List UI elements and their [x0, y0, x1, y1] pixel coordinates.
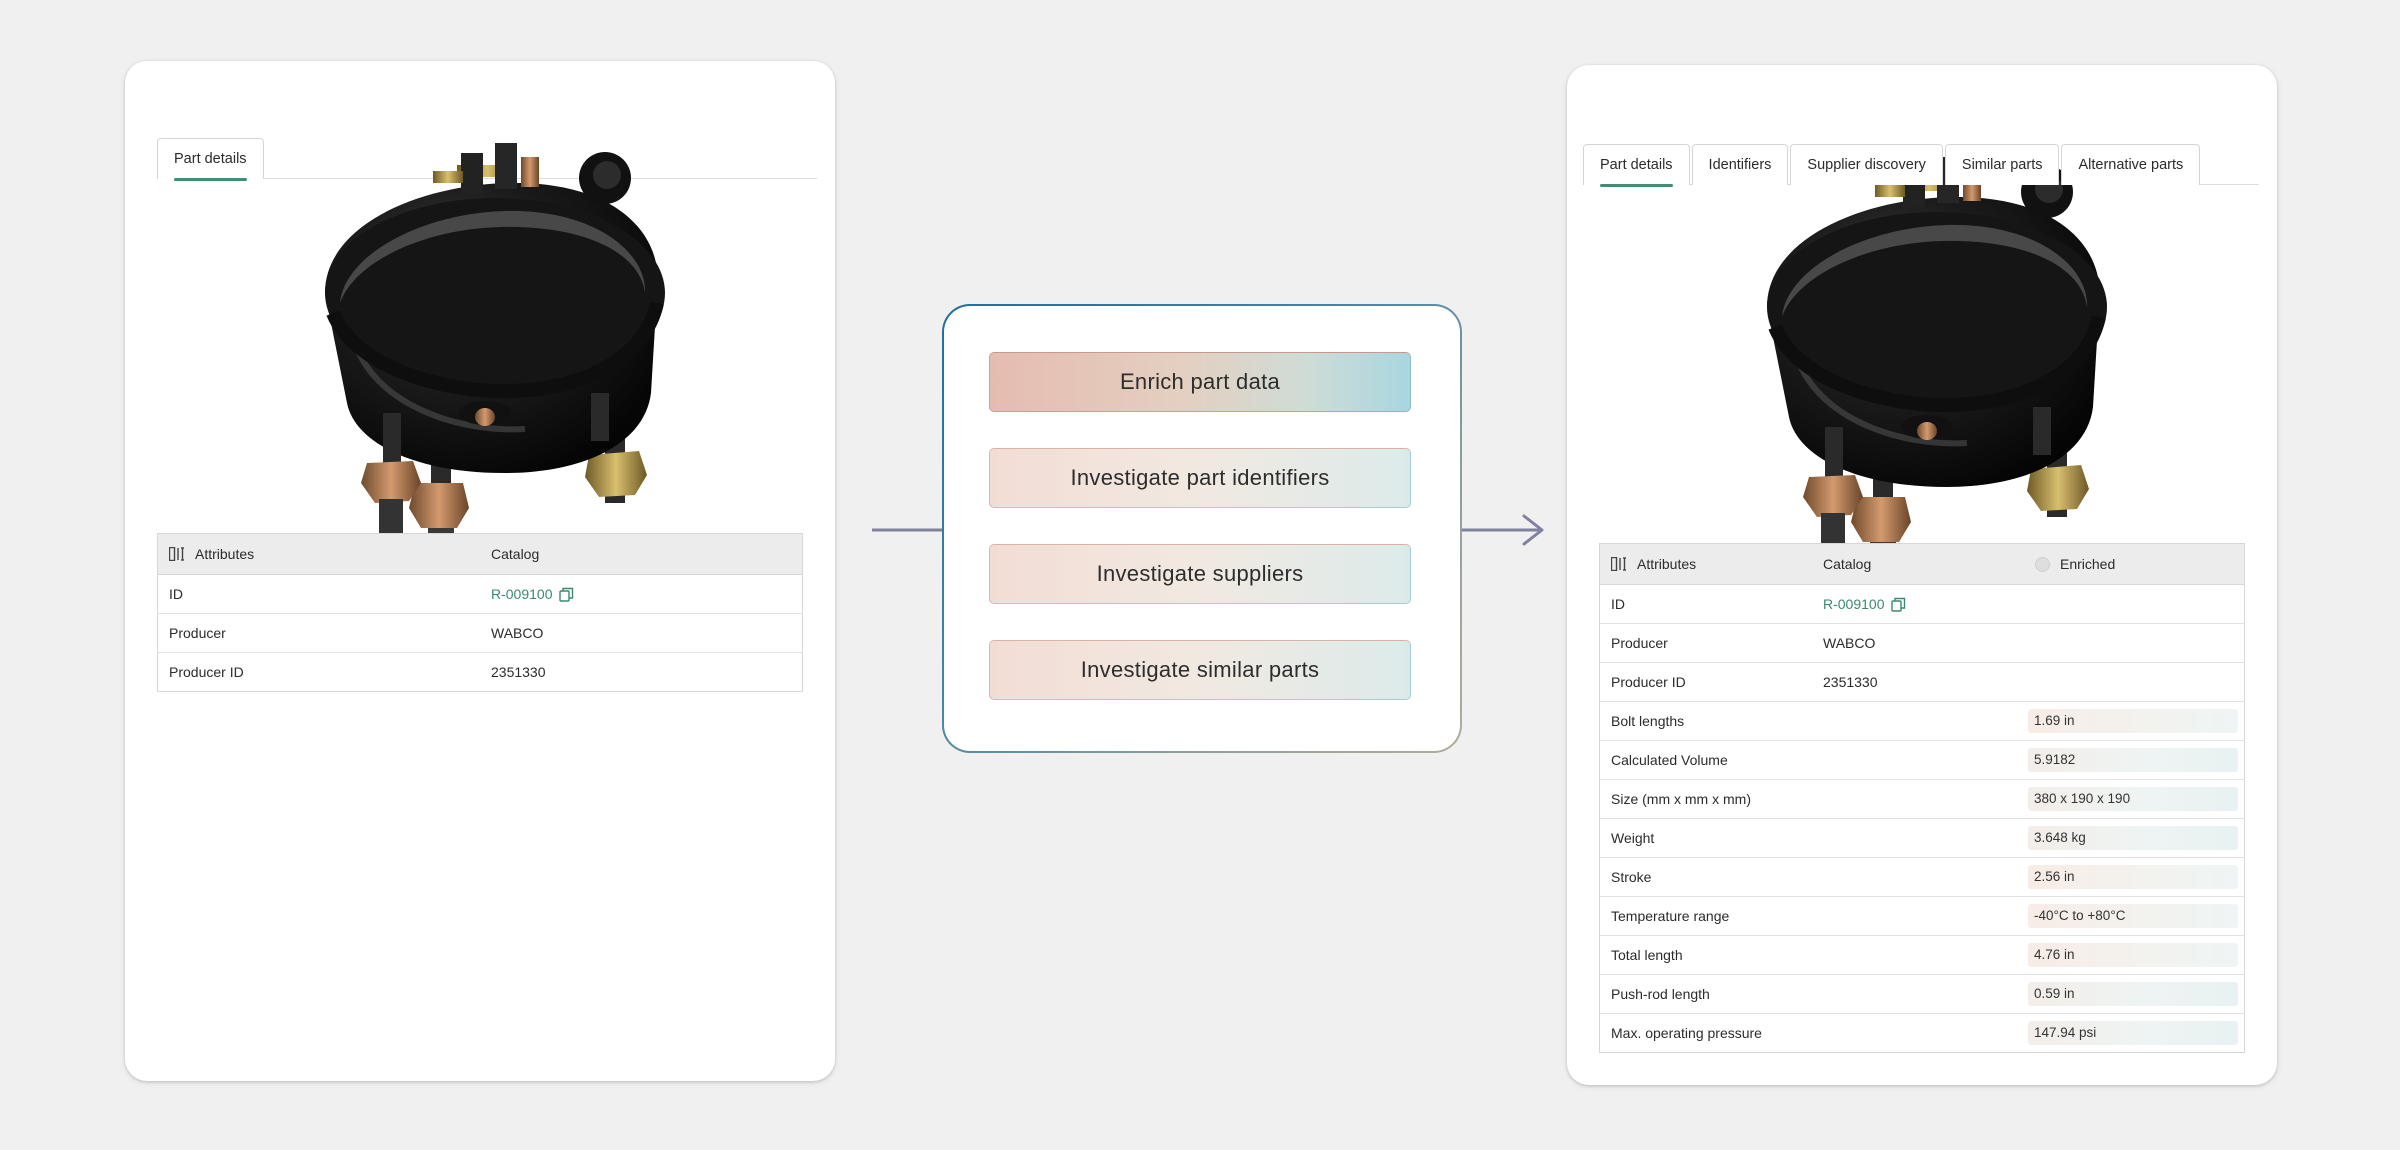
enriched-value: 2.56 in	[2028, 865, 2238, 889]
part-id-value[interactable]: R-009100	[1823, 596, 1885, 612]
enrich-part-data-button[interactable]: Enrich part data	[989, 352, 1411, 412]
tab-part-details[interactable]: Part details	[1583, 144, 1690, 187]
tab-supplier-discovery[interactable]: Supplier discovery	[1790, 144, 1943, 185]
row-label: Producer	[1599, 623, 1812, 663]
row-label: Total length	[1599, 935, 1812, 975]
enriched-value: 3.648 kg	[2028, 826, 2238, 850]
catalog-value	[1812, 935, 2024, 975]
table-row: Size (mm x mm x mm) 380 x 190 x 190	[1599, 779, 2245, 819]
header-attributes: Attributes	[195, 546, 255, 562]
table-row: Bolt lengths 1.69 in	[1599, 701, 2245, 741]
enriched-value	[2024, 623, 2245, 663]
catalog-value: WABCO	[1812, 623, 2024, 663]
row-label: Producer ID	[157, 652, 480, 692]
tab-alternative-parts[interactable]: Alternative parts	[2061, 144, 2201, 185]
catalog-value	[1812, 896, 2024, 936]
enriched-value: 380 x 190 x 190	[2028, 787, 2238, 811]
left-attributes-table: Attributes Catalog ID R-009100 Producer …	[157, 533, 803, 692]
catalog-value	[1812, 701, 2024, 741]
row-label: Producer	[157, 613, 480, 653]
row-label: Max. operating pressure	[1599, 1013, 1812, 1053]
catalog-value	[1812, 740, 2024, 780]
enriched-value: 4.76 in	[2028, 943, 2238, 967]
catalog-value	[1812, 818, 2024, 858]
enriched-value: -40°C to +80°C	[2028, 904, 2238, 928]
table-row: Producer WABCO	[1599, 623, 2245, 663]
row-label: ID	[157, 574, 480, 614]
table-row: Producer ID 2351330	[1599, 662, 2245, 702]
investigate-suppliers-button[interactable]: Investigate suppliers	[989, 544, 1411, 604]
table-row: Total length 4.76 in	[1599, 935, 2245, 975]
header-attributes: Attributes	[1637, 556, 1697, 572]
enriched-value	[2024, 662, 2245, 702]
tab-similar-parts[interactable]: Similar parts	[1944, 144, 2060, 185]
table-row: Temperature range -40°C to +80°C	[1599, 896, 2245, 936]
connector-line	[872, 528, 942, 532]
row-label: Bolt lengths	[1599, 701, 1812, 741]
row-label: Temperature range	[1599, 896, 1812, 936]
arrow-right-icon	[1458, 514, 1544, 546]
tab-label: Supplier discovery	[1807, 157, 1926, 173]
enriched-toggle[interactable]	[2035, 556, 2050, 572]
row-label: Stroke	[1599, 857, 1812, 897]
tab-label: Part details	[174, 151, 247, 167]
tab-label: Alternative parts	[2078, 157, 2184, 173]
enriched-value: 147.94 psi	[2028, 1021, 2238, 1045]
right-part-card: Part details Identifiers Supplier discov…	[1567, 65, 2277, 1085]
enriched-value: 5.9182	[2028, 748, 2238, 772]
row-label: Producer ID	[1599, 662, 1812, 702]
catalog-value	[1812, 779, 2024, 819]
left-part-card: Part details Attributes Catalog ID R-009…	[125, 61, 835, 1081]
part-id-link[interactable]: R-009100	[1823, 596, 1906, 612]
columns-icon[interactable]	[1611, 557, 1627, 571]
brake-chamber-image	[285, 143, 685, 573]
right-attributes-table: Attributes Catalog Enriched ID R-009100	[1599, 543, 2245, 1053]
enriched-value: 0.59 in	[2028, 982, 2238, 1006]
right-tab-bar: Part details Identifiers Supplier discov…	[1583, 81, 2259, 187]
tab-label: Part details	[1600, 157, 1673, 173]
header-catalog: Catalog	[480, 533, 803, 575]
table-row: Weight 3.648 kg	[1599, 818, 2245, 858]
table-row: ID R-009100	[157, 574, 803, 614]
brake-chamber-image	[1727, 157, 2127, 587]
row-label: Weight	[1599, 818, 1812, 858]
table-row: Calculated Volume 5.9182	[1599, 740, 2245, 780]
tab-part-details[interactable]: Part details	[157, 138, 264, 181]
row-label: Size (mm x mm x mm)	[1599, 779, 1812, 819]
copy-icon[interactable]	[558, 587, 574, 602]
table-row: Producer WABCO	[157, 613, 803, 653]
catalog-value	[1812, 974, 2024, 1014]
table-row: ID R-009100	[1599, 584, 2245, 624]
tab-identifiers[interactable]: Identifiers	[1691, 144, 1789, 185]
copy-icon[interactable]	[1890, 597, 1906, 612]
part-id-link[interactable]: R-009100	[491, 586, 574, 602]
table-row: Stroke 2.56 in	[1599, 857, 2245, 897]
table-row: Producer ID 2351330	[157, 652, 803, 692]
catalog-value: 2351330	[480, 652, 803, 692]
catalog-value	[1812, 857, 2024, 897]
header-enriched: Enriched	[2060, 556, 2116, 572]
catalog-value: WABCO	[480, 613, 803, 653]
catalog-value	[1812, 1013, 2024, 1053]
investigate-similar-parts-button[interactable]: Investigate similar parts	[989, 640, 1411, 700]
enriched-value: 1.69 in	[2028, 709, 2238, 733]
row-label: Calculated Volume	[1599, 740, 1812, 780]
header-catalog: Catalog	[1812, 543, 2024, 585]
row-label: ID	[1599, 584, 1812, 624]
part-id-value[interactable]: R-009100	[491, 586, 553, 602]
investigate-identifiers-button[interactable]: Investigate part identifiers	[989, 448, 1411, 508]
tab-label: Similar parts	[1961, 157, 2043, 173]
enriched-value	[2024, 584, 2245, 624]
tab-label: Identifiers	[1708, 157, 1772, 173]
columns-icon[interactable]	[169, 547, 185, 561]
actions-panel: Enrich part data Investigate part identi…	[942, 304, 1462, 753]
catalog-value: 2351330	[1812, 662, 2024, 702]
table-row: Max. operating pressure 147.94 psi	[1599, 1013, 2245, 1053]
row-label: Push-rod length	[1599, 974, 1812, 1014]
table-row: Push-rod length 0.59 in	[1599, 974, 2245, 1014]
